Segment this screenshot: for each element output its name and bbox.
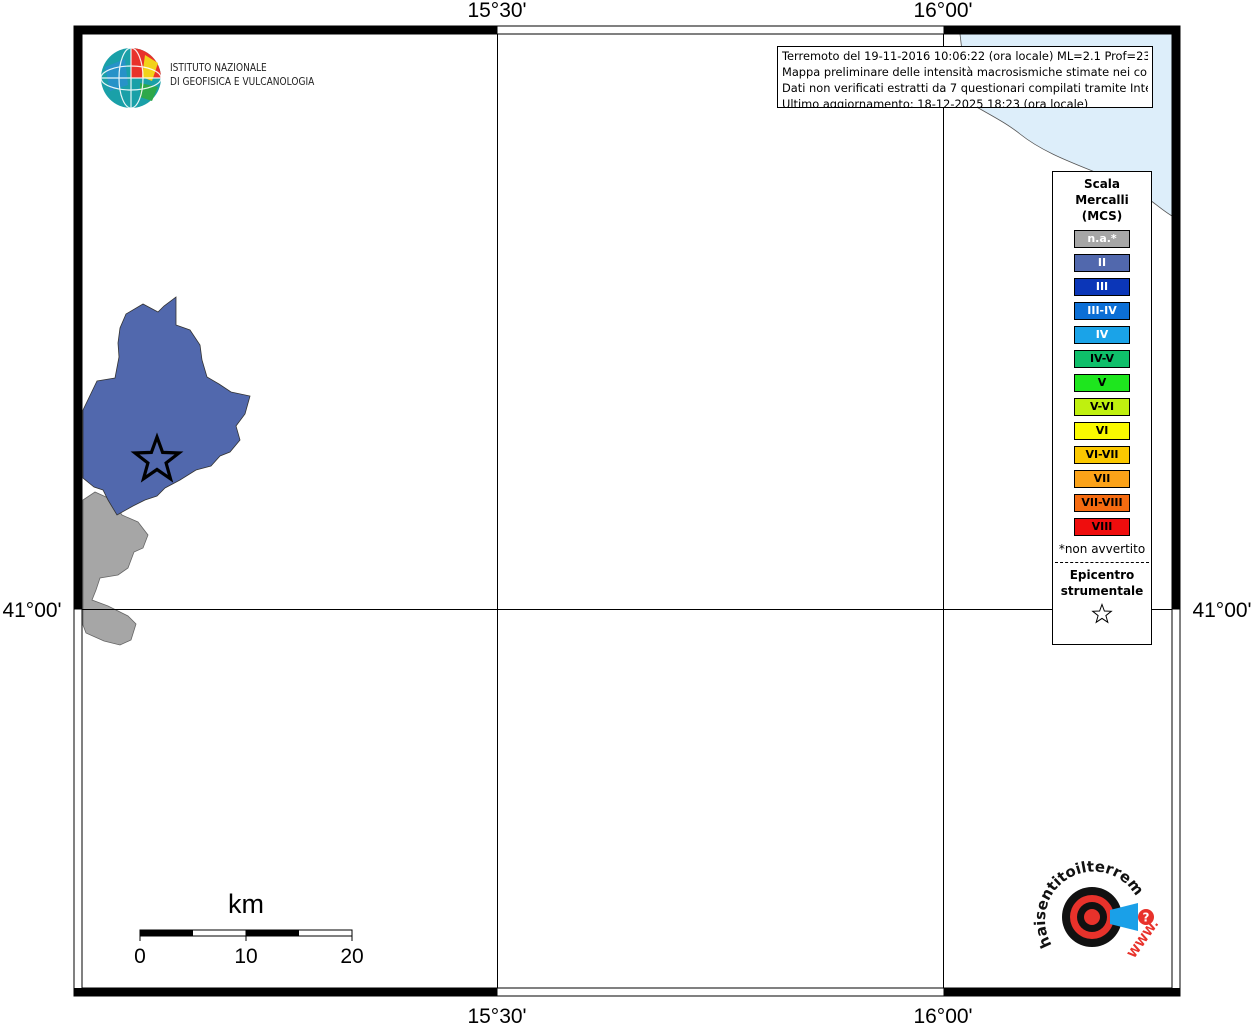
legend-epicenter-line2: strumentale <box>1060 584 1144 598</box>
lat-label-left-4100: 41°00' <box>2 599 61 622</box>
legend-separator <box>1055 562 1149 563</box>
legend-item-v-vi: V-VI <box>1074 398 1130 416</box>
info-line-data-source: Dati non verificati estratti da 7 questi… <box>782 81 1148 95</box>
legend-title-line1: Scala <box>1083 177 1121 191</box>
hsit-target-icon <box>1062 887 1138 947</box>
ingv-name-line2: DI GEOFISICA E VULCANOLOGIA <box>170 76 315 88</box>
legend-item-vii: VII <box>1074 470 1130 488</box>
info-line-map-desc: Mappa preliminare delle intensità macros… <box>782 65 1148 79</box>
lat-label-right-4100: 41°00' <box>1192 599 1251 622</box>
legend-title: Scala Mercalli (MCS) <box>1053 176 1151 224</box>
event-info-box: Terremoto del 19-11-2016 10:06:22 (ora l… <box>777 46 1153 108</box>
ingv-logo: ISTITUTO NAZIONALE DI GEOFISICA E VULCAN… <box>100 47 320 111</box>
legend-title-line2: Mercalli <box>1075 193 1129 207</box>
map-area <box>78 30 1176 992</box>
legend-epicenter: Epicentro strumentale <box>1053 567 1151 599</box>
lon-label-top-1530: 15°30' <box>467 0 526 22</box>
scale-tick-0: 0 <box>134 945 146 968</box>
scale-tick-10: 10 <box>234 945 257 968</box>
legend-item-iv-v: IV-V <box>1074 350 1130 368</box>
mcs-legend: Scala Mercalli (MCS) n.a.* II III III-IV IV I… <box>1052 171 1152 645</box>
legend-item-viii: VIII <box>1074 518 1130 536</box>
legend-star-icon <box>1053 603 1151 629</box>
legend-item-iii-iv: III-IV <box>1074 302 1130 320</box>
legend-item-n-a: n.a.* <box>1074 230 1130 248</box>
hsit-logo: haisentitoilterremoto.it WWW. ? <box>1030 855 1160 961</box>
legend-note: *non avvertito <box>1058 542 1146 556</box>
lon-label-bottom-1530: 15°30' <box>467 1005 526 1024</box>
legend-title-line3: (MCS) <box>1081 209 1123 223</box>
legend-item-vi-vii: VI-VII <box>1074 446 1130 464</box>
legend-items: n.a.* II III III-IV IV IV-V V V-VI VI VI-VII VII VI… <box>1053 230 1151 536</box>
legend-item-vi: VI <box>1074 422 1130 440</box>
ingv-name-line1: ISTITUTO NAZIONALE <box>170 62 267 74</box>
legend-item-v: V <box>1074 374 1130 392</box>
info-line-event: Terremoto del 19-11-2016 10:06:22 (ora l… <box>782 49 1148 63</box>
legend-item-iv: IV <box>1074 326 1130 344</box>
info-line-last-update: Ultimo aggiornamento: 18-12-2025 18:23 (… <box>782 97 1089 108</box>
scale-unit-label: km <box>228 889 264 919</box>
scale-tick-20: 20 <box>340 945 363 968</box>
legend-item-vii-viii: VII-VIII <box>1074 494 1130 512</box>
lon-label-bottom-1600: 16°00' <box>913 1005 972 1024</box>
hsit-question-mark: ? <box>1143 911 1150 925</box>
legend-epicenter-line1: Epicentro <box>1069 568 1135 582</box>
legend-item-ii: II <box>1074 254 1130 272</box>
lon-label-top-1600: 16°00' <box>913 0 972 22</box>
legend-item-iii: III <box>1074 278 1130 296</box>
ingv-globe-icon <box>100 47 162 109</box>
